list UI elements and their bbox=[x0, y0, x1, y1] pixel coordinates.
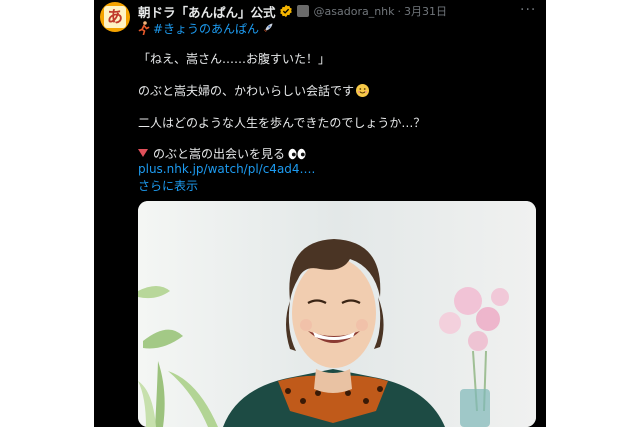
verified-badge-icon bbox=[279, 4, 292, 18]
display-name[interactable]: 朝ドラ「あんぱん」公式 bbox=[138, 2, 276, 21]
separator-dot: · bbox=[397, 4, 402, 18]
tweet-line-4: のぶと嵩の出会いを見る bbox=[153, 147, 286, 161]
tweet-card: あ 朝ドラ「あんぱん」公式 @asadora_nhk · 3月31日 ··· #… bbox=[94, 0, 546, 427]
account-handle[interactable]: @asadora_nhk bbox=[314, 5, 395, 18]
eyes-icon bbox=[288, 148, 306, 160]
smiling-face-icon bbox=[356, 84, 370, 97]
media-photo bbox=[138, 201, 536, 427]
avatar-logo: あ bbox=[104, 6, 126, 28]
tweet-line-1: 「ねえ、嵩さん……お腹すいた！」 bbox=[138, 52, 331, 66]
hashtag-link[interactable]: #きょうのあんぱん bbox=[153, 20, 259, 37]
tweet-line-2-row: のぶと嵩夫婦の、かわいらしい会話です bbox=[138, 82, 370, 99]
tweet-header: 朝ドラ「あんぱん」公式 @asadora_nhk · 3月31日 bbox=[138, 2, 447, 20]
tweet-line-2: のぶと嵩夫婦の、かわいらしい会話です bbox=[138, 84, 355, 98]
government-affiliation-icon[interactable] bbox=[296, 5, 309, 17]
tweet-media-image[interactable] bbox=[138, 201, 536, 427]
tweet-date[interactable]: 3月31日 bbox=[404, 3, 447, 19]
down-triangle-icon bbox=[138, 149, 148, 157]
rocket-icon bbox=[264, 23, 273, 32]
running-person-icon bbox=[138, 21, 150, 35]
tweet-tagline: #きょうのあんぱん bbox=[138, 20, 274, 36]
account-avatar[interactable]: あ bbox=[100, 2, 130, 32]
tweet-line-4-row: のぶと嵩の出会いを見る bbox=[138, 145, 306, 162]
more-options-icon[interactable]: ··· bbox=[520, 2, 536, 18]
show-more-link[interactable]: さらに表示 bbox=[138, 177, 198, 194]
tweet-line-3: 二人はどのような人生を歩んできたのでしょうか…？ bbox=[138, 116, 426, 130]
external-link[interactable]: plus.nhk.jp/watch/pl/c4ad4…. bbox=[138, 162, 315, 176]
